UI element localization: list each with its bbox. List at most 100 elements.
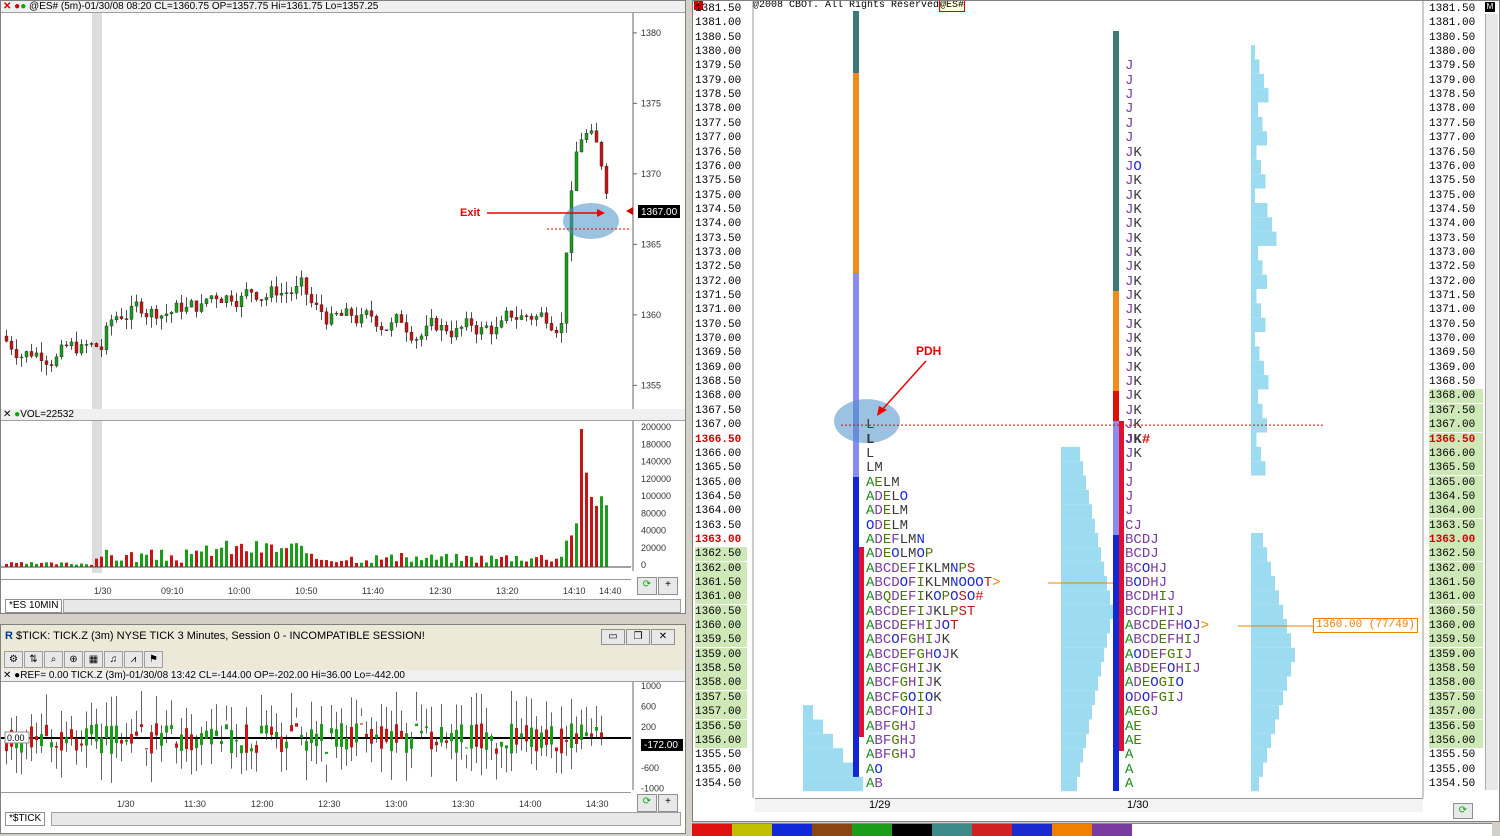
volume-profile-bar: [1061, 690, 1095, 706]
trend-icon[interactable]: ⩘: [124, 651, 143, 668]
tpo-row: BCDHIJ: [1125, 590, 1175, 604]
volume-bar: [265, 543, 268, 567]
refresh-button[interactable]: ⟳: [637, 794, 657, 812]
last-price-marker: [626, 207, 633, 215]
volume-profile-bar: [1251, 690, 1283, 706]
volume-profile-bar: [1251, 662, 1291, 677]
color-swatch: [1012, 823, 1052, 836]
candle: [534, 316, 539, 320]
tick-value-label: -600: [641, 763, 659, 773]
es-price-chart[interactable]: 1380 1375 1370 1365 1360 1355 Exit 1367.00: [1, 13, 685, 411]
candle: [89, 343, 94, 345]
tick-bar: [575, 733, 578, 744]
volume-profile-bar: [1061, 561, 1104, 576]
candle: [124, 318, 129, 320]
tick-bar: [250, 748, 253, 752]
tpo-row: ABCFGHIJK: [866, 676, 942, 690]
close-icon[interactable]: ✕: [3, 1, 11, 12]
tick-chart[interactable]: 1000600200-200-600-10000.00-172.00: [1, 682, 685, 792]
gear-icon[interactable]: ⚙: [4, 651, 23, 668]
candle: [214, 295, 219, 300]
candle: [19, 356, 24, 359]
time-tick-label: 11:40: [362, 586, 384, 596]
tick-bar: [460, 724, 463, 743]
volume-tick-label: 180000: [641, 439, 671, 449]
indicator-icon[interactable]: ⇅: [24, 651, 43, 668]
volume-profile-bar: [1251, 403, 1263, 419]
flag-icon[interactable]: ⚑: [144, 651, 163, 668]
volume-bar: [535, 557, 538, 567]
volume-bar: [200, 551, 203, 567]
tpo-letter: J: [908, 747, 917, 764]
candle: [384, 329, 389, 331]
volume-profile-bar: [1061, 461, 1083, 476]
volume-profile-bar: [1061, 547, 1101, 562]
volume-profile-bar: [1251, 705, 1279, 720]
close-button[interactable]: ✕: [651, 629, 675, 645]
alert-icon[interactable]: ♫: [104, 651, 123, 668]
candle: [604, 166, 609, 194]
tpo-row: J: [1125, 131, 1133, 145]
tick-bar: [110, 725, 113, 754]
tick-bar: [30, 726, 33, 748]
volume-bar: [370, 562, 373, 567]
minimize-button[interactable]: ▭: [601, 629, 625, 645]
candle: [279, 292, 284, 296]
tick-bar: [475, 724, 478, 747]
refresh-button[interactable]: ⟳: [1453, 803, 1473, 819]
tick-bar: [285, 741, 288, 749]
tick-toolbar: ⚙ ⇅ ⌕ ⊕ ▦ ♫ ⩘ ⚑: [4, 649, 164, 668]
time-tick-label: 12:30: [429, 586, 452, 596]
volume-bar: [145, 554, 148, 567]
volume-profile-bar: [1251, 375, 1269, 390]
zoom-icon[interactable]: ⊕: [64, 651, 83, 668]
restore-button[interactable]: ❐: [626, 629, 650, 645]
candle: [554, 329, 559, 334]
volume-bar: [310, 553, 313, 567]
candle: [474, 325, 479, 335]
volume-profile-bar: [1251, 346, 1260, 361]
period-column: [1113, 391, 1119, 421]
tpo-letter: #: [1141, 431, 1151, 448]
volume-bar: [440, 556, 443, 567]
tick-value-label: -1000: [641, 784, 664, 793]
tpo-row: ABCDEFIJKLPST: [866, 605, 975, 619]
tick-bar: [405, 733, 408, 753]
volume-bar: [430, 554, 433, 567]
tick-bar: [295, 723, 298, 727]
tpo-row: JK: [1125, 303, 1142, 317]
tpo-letter: T: [950, 618, 959, 635]
color-swatch: [1092, 823, 1132, 836]
tpo-letter: #: [975, 589, 984, 606]
volume-bar: [485, 562, 488, 567]
tab-es-10min[interactable]: *ES 10MIN: [5, 599, 63, 613]
horizontal-scrollbar[interactable]: [51, 812, 681, 826]
refresh-button[interactable]: ⟳: [637, 577, 657, 595]
candle: [374, 316, 379, 327]
chart-type-icon[interactable]: ▦: [84, 651, 103, 668]
search-icon[interactable]: ⌕: [44, 651, 63, 668]
tpo-row: JK: [1125, 189, 1142, 203]
close-icon[interactable]: ✕: [3, 670, 11, 681]
tpo-row: ADELO: [866, 490, 908, 504]
tick-bar: [40, 734, 43, 747]
zoom-in-button[interactable]: +: [658, 794, 678, 812]
candle: [564, 252, 569, 324]
tpo-letter: K: [1133, 445, 1142, 462]
volume-bar: [390, 554, 393, 567]
volume-bar: [170, 555, 173, 567]
candle: [304, 277, 309, 295]
time-tick-label: 13:00: [385, 799, 408, 809]
volume-profile-bar: [1251, 59, 1260, 74]
volume-chart[interactable]: 2000001800001400001200001000008000040000…: [1, 421, 685, 573]
close-icon[interactable]: ✕: [3, 409, 11, 420]
tpo-letter: K: [933, 689, 942, 706]
horizontal-scrollbar[interactable]: [63, 599, 681, 613]
tab-tick[interactable]: *$TICK: [5, 812, 46, 826]
tpo-row: JK: [1125, 346, 1142, 360]
volume-tick-label: 80000: [641, 508, 666, 518]
tpo-letter: T: [983, 575, 993, 591]
candle: [389, 322, 394, 331]
zoom-in-button[interactable]: +: [658, 577, 678, 595]
volume-bar: [595, 505, 598, 567]
